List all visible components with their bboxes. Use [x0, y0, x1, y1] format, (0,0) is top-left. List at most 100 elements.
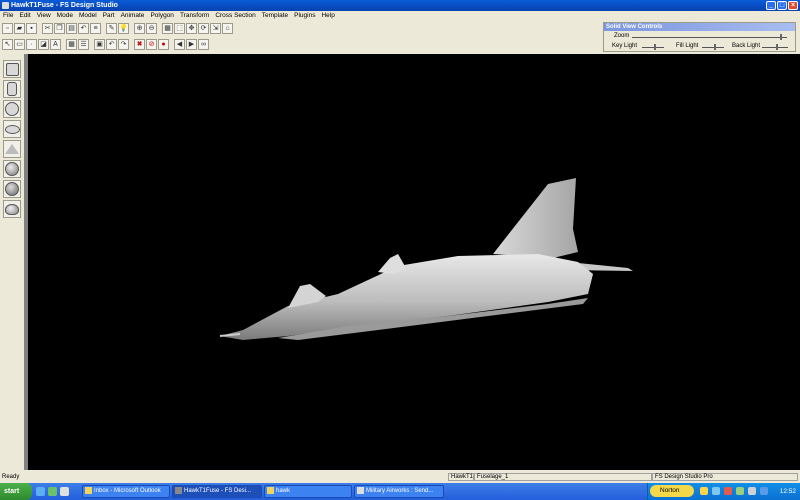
menu-cross-section[interactable]: Cross Section: [212, 11, 258, 21]
menu-edit[interactable]: Edit: [16, 11, 33, 21]
pencil-icon[interactable]: ✎: [106, 23, 117, 34]
stop-icon[interactable]: ⊘: [146, 39, 157, 50]
menu-file[interactable]: File: [0, 11, 16, 21]
open-icon[interactable]: ▰: [14, 23, 25, 34]
desktop-icon[interactable]: [60, 487, 69, 496]
pyramid-icon[interactable]: [3, 140, 21, 158]
back-light-slider[interactable]: [762, 44, 788, 50]
outlook-icon: [85, 486, 92, 494]
mirror-icon[interactable]: ⌂: [222, 23, 233, 34]
solid-view-controls: Solid View Controls Zoom Key Light Fill …: [603, 22, 796, 52]
back-light-thumb[interactable]: [776, 44, 778, 50]
zoom-label: Zoom: [614, 33, 630, 39]
menu-help[interactable]: Help: [318, 11, 337, 21]
ie-icon[interactable]: [36, 487, 45, 496]
save-icon[interactable]: ▪: [26, 23, 37, 34]
back-light-label: Back Light: [732, 43, 761, 49]
menu-transform[interactable]: Transform: [177, 11, 212, 21]
arrow-tool-icon[interactable]: ↖: [2, 39, 13, 50]
dome-icon[interactable]: [3, 160, 21, 178]
status-part: Fuselage_1: [474, 473, 652, 481]
key-light-slider[interactable]: [642, 44, 664, 50]
fill-tool-icon[interactable]: ◪: [38, 39, 49, 50]
3d-viewport[interactable]: [28, 54, 800, 470]
cylinder-icon[interactable]: [3, 80, 21, 98]
zoom-slider-thumb[interactable]: [780, 34, 782, 40]
status-app: FS Design Studio Pro: [652, 473, 798, 481]
paste-icon[interactable]: ▤: [66, 23, 77, 34]
folder-icon: [267, 486, 274, 494]
title-bar: HawkT1Fuse - FS Design Studio _ □ ×: [0, 0, 800, 11]
tray-icon-1[interactable]: [700, 487, 708, 495]
menu-model[interactable]: Model: [76, 11, 100, 21]
aircraft-model: [219, 178, 633, 340]
close-button[interactable]: ×: [788, 1, 798, 10]
zoom-in-icon[interactable]: ⊕: [134, 23, 145, 34]
hemisphere-icon[interactable]: [3, 180, 21, 198]
binoculars-icon[interactable]: ∞: [198, 39, 209, 50]
tray-icon-2[interactable]: [712, 487, 720, 495]
move-icon[interactable]: ✥: [186, 23, 197, 34]
volume-icon[interactable]: [748, 487, 756, 495]
tray-icon-4[interactable]: [736, 487, 744, 495]
menu-part[interactable]: Part: [100, 11, 118, 21]
next-icon[interactable]: ▶: [186, 39, 197, 50]
fill-light-thumb[interactable]: [714, 44, 716, 50]
status-model: HawkT1: [448, 473, 474, 481]
menu-polygon[interactable]: Polygon: [147, 11, 177, 21]
zoom-slider[interactable]: [632, 34, 787, 40]
tray-icon-3[interactable]: [724, 487, 732, 495]
menu-animate[interactable]: Animate: [118, 11, 148, 21]
text-tool-icon[interactable]: A: [50, 39, 61, 50]
copy-icon[interactable]: ❐: [54, 23, 65, 34]
cube-icon[interactable]: [3, 60, 21, 78]
disc-icon[interactable]: [3, 120, 21, 138]
sphere-icon[interactable]: [3, 100, 21, 118]
taskbar-item[interactable]: Military Airworks : Send...: [354, 485, 444, 498]
main-toolbar: ▫ ▰ ▪ ✂ ❐ ▤ ↶ ≡ ✎ 💡 ⊕ ⊖ ▦ ⬚ ✥ ⟳ ⇲ ⌂: [2, 22, 302, 35]
select-icon[interactable]: ⬚: [174, 23, 185, 34]
menu-mode[interactable]: Mode: [54, 11, 76, 21]
window-title: HawkT1Fuse - FS Design Studio: [11, 2, 118, 9]
menu-plugins[interactable]: Plugins: [291, 11, 318, 21]
minimize-button[interactable]: _: [766, 1, 776, 10]
redo-tool-icon[interactable]: ↷: [118, 39, 129, 50]
rotate-icon[interactable]: ⟳: [198, 23, 209, 34]
norton-button[interactable]: Norton: [650, 485, 694, 497]
fsds-icon: [175, 486, 182, 494]
menu-template[interactable]: Template: [259, 11, 291, 21]
network-icon[interactable]: [760, 487, 768, 495]
key-light-thumb[interactable]: [654, 44, 656, 50]
zoom-out-icon[interactable]: ⊖: [146, 23, 157, 34]
start-button[interactable]: start: [0, 483, 32, 500]
record-icon[interactable]: ●: [158, 39, 169, 50]
prev-icon[interactable]: ◀: [174, 39, 185, 50]
maximize-button[interactable]: □: [777, 1, 787, 10]
dot-tool-icon[interactable]: ·: [26, 39, 37, 50]
box-tool-icon[interactable]: ▣: [94, 39, 105, 50]
scale-icon[interactable]: ⇲: [210, 23, 221, 34]
undo-icon[interactable]: ↶: [78, 23, 89, 34]
outlook-quicklaunch-icon[interactable]: [48, 487, 57, 496]
taskbar-item[interactable]: hawk: [264, 485, 352, 498]
status-bar: Ready HawkT1 Fuselage_1 FS Design Studio…: [0, 472, 800, 482]
grid-tool-icon[interactable]: ▦: [66, 39, 77, 50]
window-controls: _ □ ×: [766, 1, 798, 10]
redo-icon[interactable]: ≡: [90, 23, 101, 34]
undo-tool-icon[interactable]: ↶: [106, 39, 117, 50]
system-tray: Norton 12:52: [647, 483, 800, 500]
delete-icon[interactable]: ✖: [134, 39, 145, 50]
grid-icon[interactable]: ▦: [162, 23, 173, 34]
taskbar-item[interactable]: HawkT1Fuse - FS Desi...: [172, 485, 262, 498]
fill-light-label: Fill Light: [676, 43, 699, 49]
taskbar-item[interactable]: Inbox - Microsoft Outlook: [82, 485, 170, 498]
fill-light-slider[interactable]: [702, 44, 724, 50]
rect-tool-icon[interactable]: ▭: [14, 39, 25, 50]
edit-toolbar: ↖ ▭ · ◪ A ▦ ☰ ▣ ↶ ↷ ✖ ⊘ ● ◀ ▶ ∞: [2, 38, 302, 51]
cone-icon[interactable]: [3, 200, 21, 218]
menu-view[interactable]: View: [34, 11, 54, 21]
cut-icon[interactable]: ✂: [42, 23, 53, 34]
light-icon[interactable]: 💡: [118, 23, 129, 34]
lines-tool-icon[interactable]: ☰: [78, 39, 89, 50]
new-icon[interactable]: ▫: [2, 23, 13, 34]
